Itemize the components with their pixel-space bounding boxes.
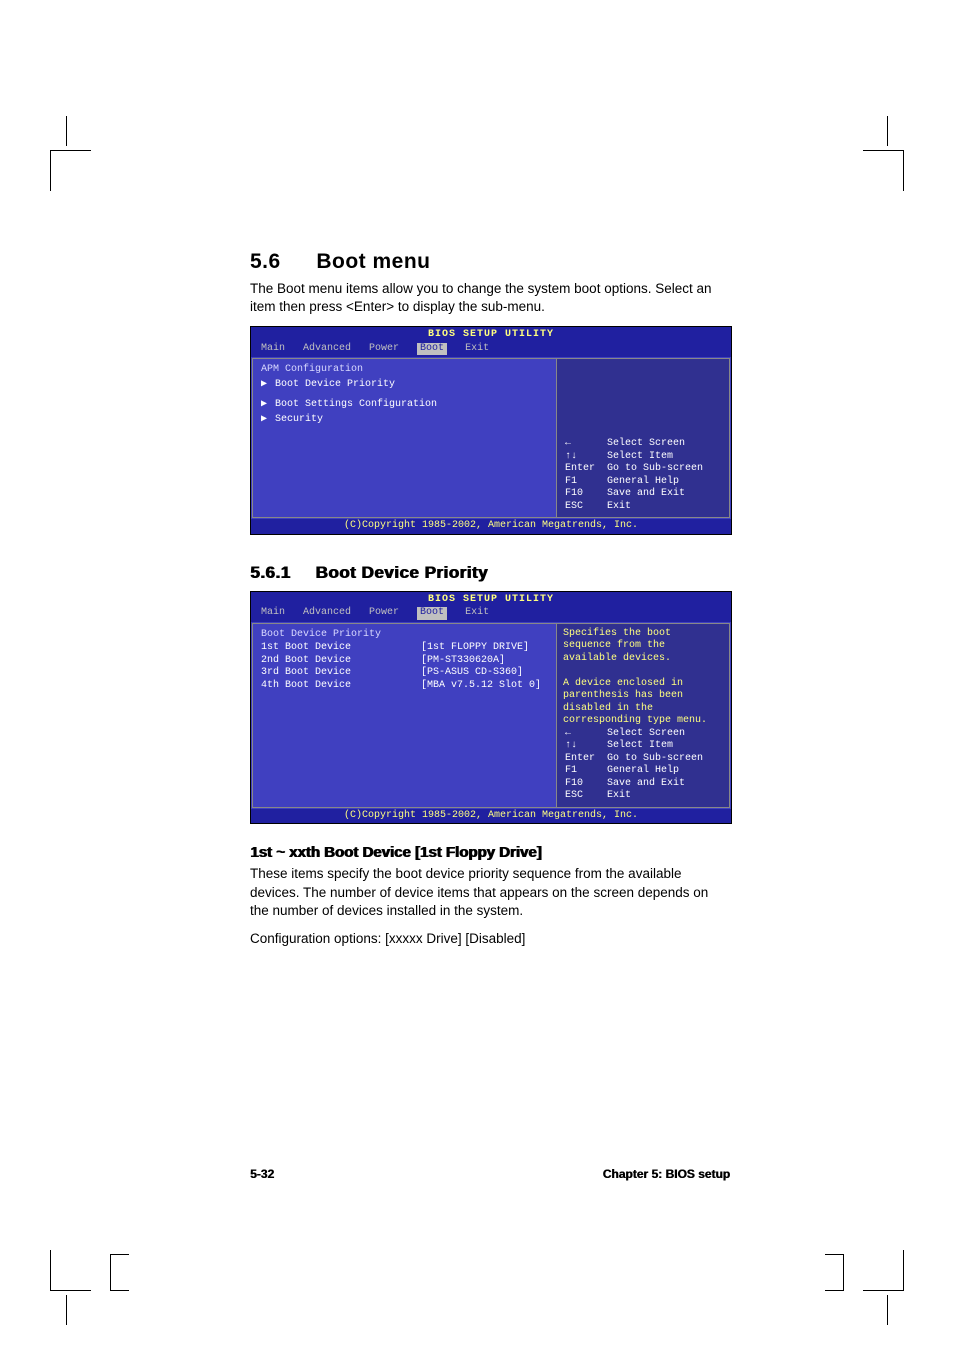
crop-mark xyxy=(863,150,904,191)
bios-row-4th-boot[interactable]: 4th Boot Device[MBA v7.5.12 Slot 0] xyxy=(261,680,548,693)
option-heading: 1st ~ xxth Boot Device [1st Floppy Drive… xyxy=(250,844,730,861)
help-desc: Exit xyxy=(607,790,721,803)
crop-mark xyxy=(50,150,91,191)
subsection-title: Boot Device Priority xyxy=(315,563,488,582)
help-key: ← xyxy=(565,728,599,741)
bios-row-label: 4th Boot Device xyxy=(261,680,421,693)
bios-item-label: Boot Settings Configuration xyxy=(275,399,437,410)
bios-item-security[interactable]: ▶ Security xyxy=(261,413,548,428)
help-key: F10 xyxy=(565,488,599,501)
bios-row-2nd-boot[interactable]: 2nd Boot Device[PM-ST330620A] xyxy=(261,655,548,668)
help-desc: Save and Exit xyxy=(607,488,721,501)
bios-header: Boot Device Priority xyxy=(261,628,548,643)
bios-title: BIOS SETUP UTILITY xyxy=(251,592,731,607)
bios-item-boot-device-priority[interactable]: ▶ Boot Device Priority xyxy=(261,378,548,393)
help-desc: Exit xyxy=(607,501,721,514)
help-desc: Select Item xyxy=(607,451,721,464)
bios-menubar: Main Advanced Power Boot Exit xyxy=(251,342,731,358)
subsection-number: 5.6.1 xyxy=(250,563,310,583)
section-heading: 5.6 Boot menu xyxy=(250,250,730,274)
subsection-heading: 5.6.1 Boot Device Priority xyxy=(250,563,730,583)
crop-mark xyxy=(110,1254,129,1291)
bios-tab-boot[interactable]: Boot xyxy=(417,607,447,620)
bios-header: APM Configuration xyxy=(261,363,548,378)
help-desc: Go to Sub-screen xyxy=(607,753,721,766)
crop-mark xyxy=(825,1254,844,1291)
submenu-arrow-icon: ▶ xyxy=(261,414,267,427)
help-key: ↑↓ xyxy=(565,740,599,753)
bios-row-label: 2nd Boot Device xyxy=(261,655,421,668)
option-config: Configuration options: [xxxxx Drive] [Di… xyxy=(250,930,730,948)
bios-row-label: 3rd Boot Device xyxy=(261,667,421,680)
bios-item-label: Security xyxy=(275,414,323,425)
help-desc: Select Item xyxy=(607,740,721,753)
bios-tab-exit[interactable]: Exit xyxy=(465,343,489,356)
bios-copyright: (C)Copyright 1985-2002, American Megatre… xyxy=(251,809,731,824)
crop-mark xyxy=(863,1250,904,1291)
bios-item-label: Boot Device Priority xyxy=(275,379,395,390)
bios-item-description: Specifies the boot sequence from the ava… xyxy=(563,628,723,728)
bios-content-pane: APM Configuration ▶Boot Device Priority … xyxy=(252,358,556,518)
help-desc: Go to Sub-screen xyxy=(607,463,721,476)
submenu-arrow-icon: ▶ xyxy=(261,379,267,392)
help-key: ↑↓ xyxy=(565,451,599,464)
option-description: These items specify the boot device prio… xyxy=(250,865,730,920)
help-key: Enter xyxy=(565,463,599,476)
bios-content-pane: Boot Device Priority 1st Boot Device[1st… xyxy=(252,623,556,808)
help-desc: Save and Exit xyxy=(607,778,721,791)
help-desc: Select Screen xyxy=(607,438,721,451)
section-intro: The Boot menu items allow you to change … xyxy=(250,280,730,316)
help-key: F1 xyxy=(565,476,599,489)
help-desc: General Help xyxy=(607,765,721,778)
bios-row-value: [PS-ASUS CD-S360] xyxy=(421,667,523,680)
submenu-arrow-icon: ▶ xyxy=(261,399,267,412)
page-footer: 5-32 Chapter 5: BIOS setup xyxy=(250,1167,730,1181)
bios-tab-power[interactable]: Power xyxy=(369,607,399,620)
bios-tab-advanced[interactable]: Advanced xyxy=(303,607,351,620)
bios-tab-exit[interactable]: Exit xyxy=(465,607,489,620)
bios-row-value: [MBA v7.5.12 Slot 0] xyxy=(421,680,541,693)
bios-title: BIOS SETUP UTILITY xyxy=(251,327,731,342)
bios-tab-main[interactable]: Main xyxy=(261,607,285,620)
chapter-label: Chapter 5: BIOS setup xyxy=(603,1167,730,1181)
section-title: Boot menu xyxy=(316,250,430,273)
bios-screenshot-boot-priority: BIOS SETUP UTILITY Main Advanced Power B… xyxy=(250,591,732,825)
bios-tab-advanced[interactable]: Advanced xyxy=(303,343,351,356)
bios-tab-main[interactable]: Main xyxy=(261,343,285,356)
bios-row-value: [PM-ST330620A] xyxy=(421,655,505,668)
help-key: F10 xyxy=(565,778,599,791)
bios-row-1st-boot[interactable]: 1st Boot Device[1st FLOPPY DRIVE] xyxy=(261,642,548,655)
crop-mark xyxy=(50,1250,91,1291)
bios-tab-boot[interactable]: Boot xyxy=(417,343,447,356)
help-key: F1 xyxy=(565,765,599,778)
help-key: ← xyxy=(565,438,599,451)
bios-help-pane: ← Select Screen ↑↓ Select Item Enter Go to … xyxy=(556,358,730,518)
help-key: Enter xyxy=(565,753,599,766)
section-number: 5.6 xyxy=(250,250,310,274)
bios-menubar: Main Advanced Power Boot Exit xyxy=(251,606,731,622)
bios-help-pane: Specifies the boot sequence from the ava… xyxy=(556,623,730,808)
bios-row-3rd-boot[interactable]: 3rd Boot Device[PS-ASUS CD-S360] xyxy=(261,667,548,680)
bios-row-value: [1st FLOPPY DRIVE] xyxy=(421,642,529,655)
bios-item-boot-settings[interactable]: ▶ Boot Settings Configuration xyxy=(261,398,548,413)
bios-row-label: 1st Boot Device xyxy=(261,642,421,655)
help-key: ESC xyxy=(565,501,599,514)
page-number: 5-32 xyxy=(250,1167,274,1181)
help-desc: General Help xyxy=(607,476,721,489)
help-desc: Select Screen xyxy=(607,728,721,741)
bios-screenshot-boot-menu: BIOS SETUP UTILITY Main Advanced Power B… xyxy=(250,326,732,535)
bios-tab-power[interactable]: Power xyxy=(369,343,399,356)
help-key: ESC xyxy=(565,790,599,803)
bios-copyright: (C)Copyright 1985-2002, American Megatre… xyxy=(251,519,731,534)
